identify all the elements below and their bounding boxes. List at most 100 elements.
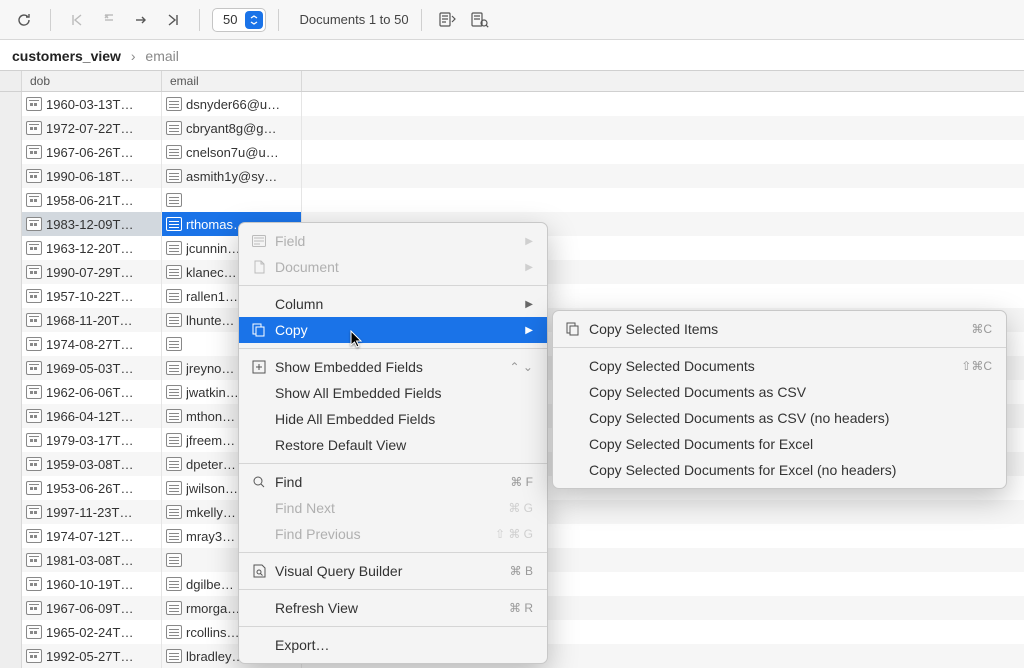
cell-value: 1974-08-27T… <box>46 337 133 352</box>
table-row[interactable]: 1967-06-26T… cnelson7u@u… <box>0 140 1024 164</box>
divider <box>421 9 422 31</box>
cell-dob[interactable]: 1992-05-27T… <box>22 644 162 668</box>
menu-separator <box>239 348 547 349</box>
submenu-copy-excel[interactable]: Copy Selected Documents for Excel <box>553 431 1006 457</box>
table-row[interactable]: 1972-07-22T… cbryant8g@g… <box>0 116 1024 140</box>
cell-dob[interactable]: 1974-08-27T… <box>22 332 162 356</box>
menu-item-hide-all-embedded[interactable]: Hide All Embedded Fields <box>239 406 547 432</box>
cell-dob[interactable]: 1953-06-26T… <box>22 476 162 500</box>
divider <box>199 9 200 31</box>
cell-dob[interactable]: 1966-04-12T… <box>22 404 162 428</box>
cell-value: 1960-10-19T… <box>46 577 133 592</box>
date-type-icon <box>26 577 42 591</box>
cell-dob[interactable]: 1979-03-17T… <box>22 428 162 452</box>
menu-label: Find Next <box>275 500 508 516</box>
cell-email[interactable]: asmith1y@sy… <box>162 164 302 188</box>
cell-dob[interactable]: 1968-11-20T… <box>22 308 162 332</box>
cell-dob[interactable]: 1967-06-26T… <box>22 140 162 164</box>
cell-dob[interactable]: 1967-06-09T… <box>22 596 162 620</box>
cell-dob[interactable]: 1972-07-22T… <box>22 116 162 140</box>
breadcrumb-leaf[interactable]: email <box>145 48 178 64</box>
menu-label: Copy Selected Documents for Excel <box>589 436 992 452</box>
column-header-dob[interactable]: dob <box>22 71 162 91</box>
table-row[interactable]: 1990-06-18T… asmith1y@sy… <box>0 164 1024 188</box>
cell-dob[interactable]: 1983-12-09T… <box>22 212 162 236</box>
cell-dob[interactable]: 1965-02-24T… <box>22 620 162 644</box>
submenu-copy-csv-noheaders[interactable]: Copy Selected Documents as CSV (no heade… <box>553 405 1006 431</box>
cell-value: 1968-11-20T… <box>46 313 132 328</box>
refresh-button[interactable] <box>10 7 38 33</box>
cell-dob[interactable]: 1958-06-21T… <box>22 188 162 212</box>
cell-value: 1990-07-29T… <box>46 265 133 280</box>
string-type-icon <box>166 577 182 591</box>
row-gutter <box>0 260 22 284</box>
breadcrumb-separator: › <box>131 48 136 64</box>
cell-dob[interactable]: 1990-07-29T… <box>22 260 162 284</box>
row-gutter <box>0 284 22 308</box>
cell-dob[interactable]: 1974-07-12T… <box>22 524 162 548</box>
cell-value: cbryant8g@g… <box>186 121 277 136</box>
menu-item-refresh-view[interactable]: Refresh View ⌘ R <box>239 595 547 621</box>
page-size-select[interactable]: 50 <box>212 8 266 32</box>
cell-email[interactable]: cbryant8g@g… <box>162 116 302 140</box>
cell-dob[interactable]: 1990-06-18T… <box>22 164 162 188</box>
breadcrumb-root[interactable]: customers_view <box>12 48 121 64</box>
cell-dob[interactable]: 1960-03-13T… <box>22 92 162 116</box>
menu-item-field[interactable]: Field ▶ <box>239 228 547 254</box>
menu-label: Export… <box>275 637 533 653</box>
menu-item-copy[interactable]: Copy ▶ <box>239 317 547 343</box>
string-type-icon <box>166 289 182 303</box>
row-gutter <box>0 164 22 188</box>
table-row[interactable]: 1960-03-13T… dsnyder66@u… <box>0 92 1024 116</box>
cell-value: jfreem… <box>186 433 235 448</box>
date-type-icon <box>26 313 42 327</box>
copy-submenu: Copy Selected Items ⌘C Copy Selected Doc… <box>552 310 1007 489</box>
cell-value: 1990-06-18T… <box>46 169 133 184</box>
cell-dob[interactable]: 1960-10-19T… <box>22 572 162 596</box>
submenu-copy-selected-documents[interactable]: Copy Selected Documents ⇧⌘C <box>553 353 1006 379</box>
menu-item-show-embedded[interactable]: Show Embedded Fields ⌃ ⌄ <box>239 354 547 380</box>
menu-item-find-next[interactable]: Find Next ⌘ G <box>239 495 547 521</box>
prev-page-button[interactable] <box>95 7 123 33</box>
cell-email[interactable]: dsnyder66@u… <box>162 92 302 116</box>
cell-value: mthon… <box>186 409 235 424</box>
first-page-button[interactable] <box>63 7 91 33</box>
menu-item-restore-default[interactable]: Restore Default View <box>239 432 547 458</box>
cell-email[interactable]: cnelson7u@u… <box>162 140 302 164</box>
cell-dob[interactable]: 1963-12-20T… <box>22 236 162 260</box>
menu-item-show-all-embedded[interactable]: Show All Embedded Fields <box>239 380 547 406</box>
doc-view-button[interactable] <box>434 7 462 33</box>
table-row[interactable]: 1958-06-21T… <box>0 188 1024 212</box>
shortcut: ⌘ R <box>509 601 533 615</box>
chevron-right-icon: ▶ <box>525 236 533 247</box>
doc-search-button[interactable] <box>466 7 494 33</box>
column-header-email[interactable]: email <box>162 71 302 91</box>
cell-value: lhunte… <box>186 313 234 328</box>
cell-dob[interactable]: 1962-06-06T… <box>22 380 162 404</box>
menu-item-find-previous[interactable]: Find Previous ⇧ ⌘ G <box>239 521 547 547</box>
cell-value: 1960-03-13T… <box>46 97 133 112</box>
submenu-copy-csv[interactable]: Copy Selected Documents as CSV <box>553 379 1006 405</box>
cell-dob[interactable]: 1959-03-08T… <box>22 452 162 476</box>
cell-dob[interactable]: 1957-10-22T… <box>22 284 162 308</box>
cell-dob[interactable]: 1981-03-08T… <box>22 548 162 572</box>
cell-dob[interactable]: 1997-11-23T… <box>22 500 162 524</box>
date-type-icon <box>26 625 42 639</box>
menu-item-document[interactable]: Document ▶ <box>239 254 547 280</box>
menu-item-export[interactable]: Export… <box>239 632 547 658</box>
row-gutter <box>0 548 22 572</box>
menu-item-find[interactable]: Find ⌘ F <box>239 469 547 495</box>
date-type-icon <box>26 457 42 471</box>
submenu-copy-selected-items[interactable]: Copy Selected Items ⌘C <box>553 316 1006 342</box>
cell-email[interactable] <box>162 188 302 212</box>
submenu-copy-excel-noheaders[interactable]: Copy Selected Documents for Excel (no he… <box>553 457 1006 483</box>
next-page-button[interactable] <box>127 7 155 33</box>
menu-item-visual-query-builder[interactable]: Visual Query Builder ⌘ B <box>239 558 547 584</box>
last-page-button[interactable] <box>159 7 187 33</box>
date-type-icon <box>26 289 42 303</box>
string-type-icon <box>166 601 182 615</box>
menu-item-column[interactable]: Column ▶ <box>239 291 547 317</box>
cell-value: 1967-06-26T… <box>46 145 133 160</box>
copy-icon <box>563 322 583 336</box>
cell-dob[interactable]: 1969-05-03T… <box>22 356 162 380</box>
